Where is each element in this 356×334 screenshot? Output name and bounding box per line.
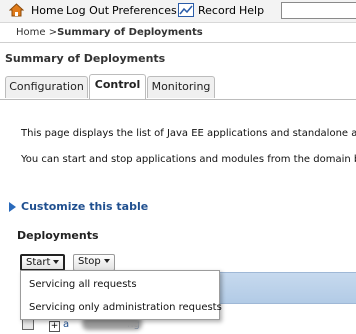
- chevron-down-icon: [53, 260, 60, 264]
- divider: [0, 42, 356, 43]
- stop-button[interactable]: Stop: [73, 254, 115, 271]
- breadcrumb-current: Summary of Deployments: [57, 27, 203, 38]
- tab-configuration[interactable]: Configuration: [5, 76, 88, 98]
- logout-link[interactable]: Log Out: [66, 4, 109, 17]
- record-icon[interactable]: [178, 3, 194, 17]
- top-toolbar: Home Log Out Preferences Record Help: [0, 0, 356, 23]
- tab-underline: [0, 99, 356, 100]
- record-link[interactable]: Record: [198, 4, 236, 17]
- description-line-2: You can start and stop applications and …: [21, 154, 356, 165]
- start-label: Start: [26, 257, 51, 268]
- stop-label: Stop: [78, 256, 101, 267]
- menu-item-servicing-all[interactable]: Servicing all requests: [29, 279, 137, 290]
- home-icon[interactable]: [9, 3, 24, 17]
- customize-table-link[interactable]: Customize this table: [21, 200, 148, 213]
- help-link[interactable]: Help: [239, 4, 264, 17]
- expand-triangle-icon[interactable]: [9, 202, 16, 212]
- start-dropdown-menu: Servicing all requests Servicing only ad…: [20, 270, 222, 320]
- page-title: Summary of Deployments: [5, 52, 166, 65]
- breadcrumb-home[interactable]: Home >: [16, 27, 57, 38]
- search-input[interactable]: [281, 2, 356, 19]
- preferences-link[interactable]: Preferences: [112, 4, 177, 17]
- tab-strip: Configuration Control Monitoring: [0, 74, 356, 100]
- home-link[interactable]: Home: [31, 4, 63, 17]
- tab-monitoring[interactable]: Monitoring: [147, 76, 215, 98]
- chevron-down-icon: [103, 259, 110, 263]
- plus-icon[interactable]: +: [49, 321, 60, 332]
- description-line-1: This page displays the list of Java EE a…: [21, 128, 356, 139]
- breadcrumb: Home >Summary of Deployments: [16, 27, 203, 38]
- tab-control[interactable]: Control: [89, 74, 146, 99]
- deployments-heading: Deployments: [17, 229, 99, 242]
- start-button[interactable]: Start: [20, 254, 66, 271]
- menu-item-servicing-admin[interactable]: Servicing only administration requests: [29, 302, 222, 313]
